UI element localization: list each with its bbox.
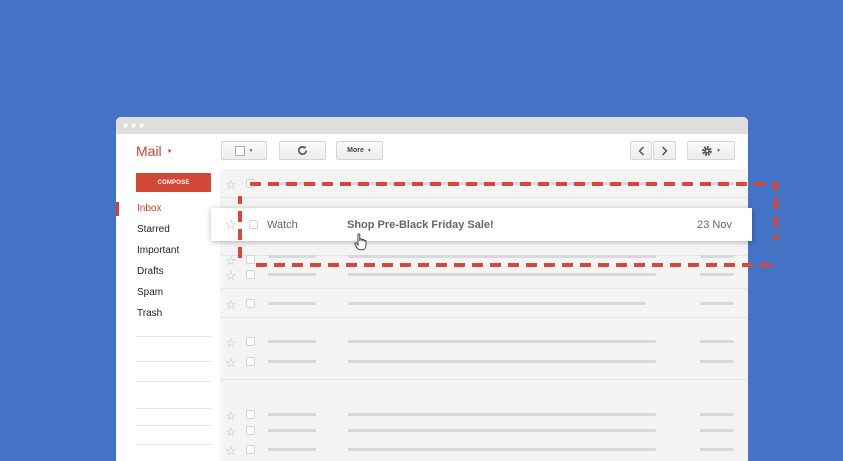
hand-cursor-icon: [354, 233, 367, 251]
dashed-highlight-outline: [238, 182, 778, 267]
